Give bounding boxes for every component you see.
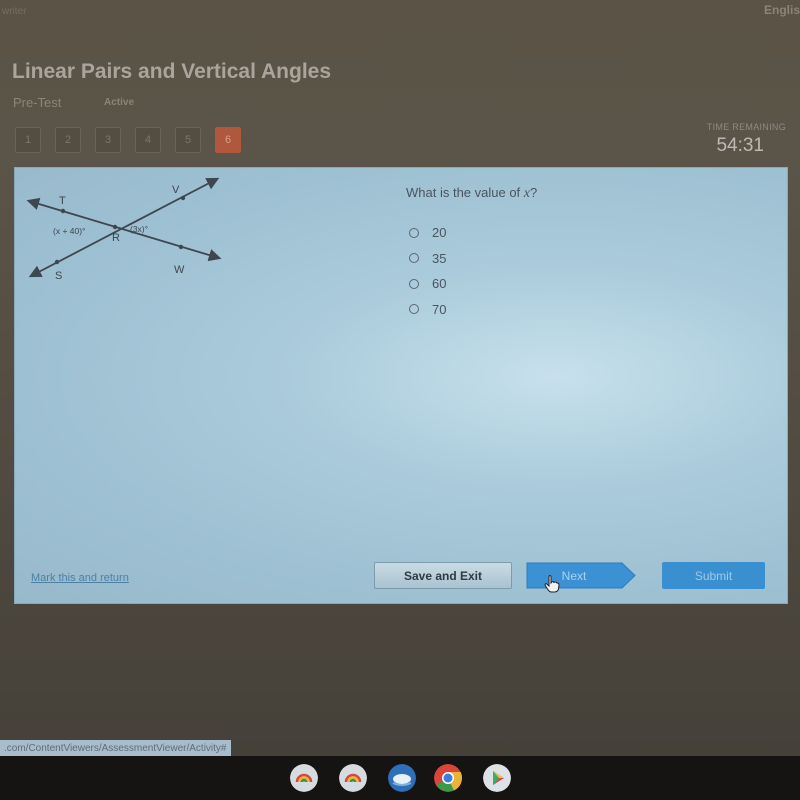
save-and-exit-button[interactable]: Save and Exit [374,562,512,589]
question-navigation: 1 2 3 4 5 6 [15,127,241,153]
status-badge: Active [104,97,135,108]
option-label: 20 [432,225,447,241]
answer-options: 20 35 60 70 [409,220,446,322]
radio-button[interactable] [409,304,419,315]
label-s: S [55,270,62,282]
answer-option[interactable]: 35 [409,246,446,272]
question-button-5[interactable]: 5 [175,127,201,153]
point-r-dot [112,224,118,230]
question-card: T V R S W (x + 40)° (3x)° What is the va… [14,167,788,604]
question-button-6[interactable]: 6 [215,127,241,153]
rainbow-app-icon[interactable] [290,764,318,792]
point-t-dot [60,208,66,214]
rainbow-app-icon[interactable] [339,764,367,792]
play-store-icon[interactable] [483,764,511,792]
label-t: T [59,195,66,207]
question-suffix: ? [530,185,538,200]
option-label: 70 [432,301,447,317]
angle-diagram: T V R S W (x + 40)° (3x)° [26,177,222,282]
submit-button[interactable]: Submit [662,562,765,589]
answer-option[interactable]: 60 [409,271,446,297]
option-label: 60 [432,276,447,292]
mark-and-return-link[interactable]: Mark this and return [31,572,129,584]
answer-option[interactable]: 20 [409,220,446,246]
label-v: V [172,184,180,196]
label-r: R [112,232,120,244]
language-selector[interactable]: Englis [764,3,800,17]
answer-option[interactable]: 70 [409,297,446,323]
point-v-dot [180,195,186,201]
next-button-label: Next [561,568,587,583]
question-button-3[interactable]: 3 [95,127,121,153]
question-button-2[interactable]: 2 [55,127,81,153]
brand-fragment: writer [2,6,27,17]
top-bar: writer Englis [0,0,800,40]
angle-left-label: (x + 40)° [53,226,85,236]
activity-type: Pre-Test [13,95,62,110]
option-label: 35 [432,250,447,266]
point-s-dot [54,259,60,265]
next-button[interactable]: Next [526,562,636,589]
question-prefix: What is the value of [406,185,524,200]
question-button-4[interactable]: 4 [135,127,161,153]
page-title: Linear Pairs and Vertical Angles [12,60,332,83]
hand-cursor-icon [544,575,560,593]
radio-button[interactable] [409,253,419,264]
timer-label: TIME REMAINING [706,122,786,132]
ocean-app-icon[interactable] [388,764,416,792]
radio-button[interactable] [409,278,419,289]
question-text: What is the value of x? [406,185,537,202]
timer-value: 54:31 [716,135,764,156]
angle-right-label: (3x)° [130,224,148,234]
question-button-1[interactable]: 1 [15,127,41,153]
status-url: .com/ContentViewers/AssessmentViewer/Act… [0,740,231,756]
chrome-icon[interactable] [434,764,462,792]
point-w-dot [178,244,184,250]
radio-button[interactable] [409,227,419,238]
label-w: W [174,264,185,276]
